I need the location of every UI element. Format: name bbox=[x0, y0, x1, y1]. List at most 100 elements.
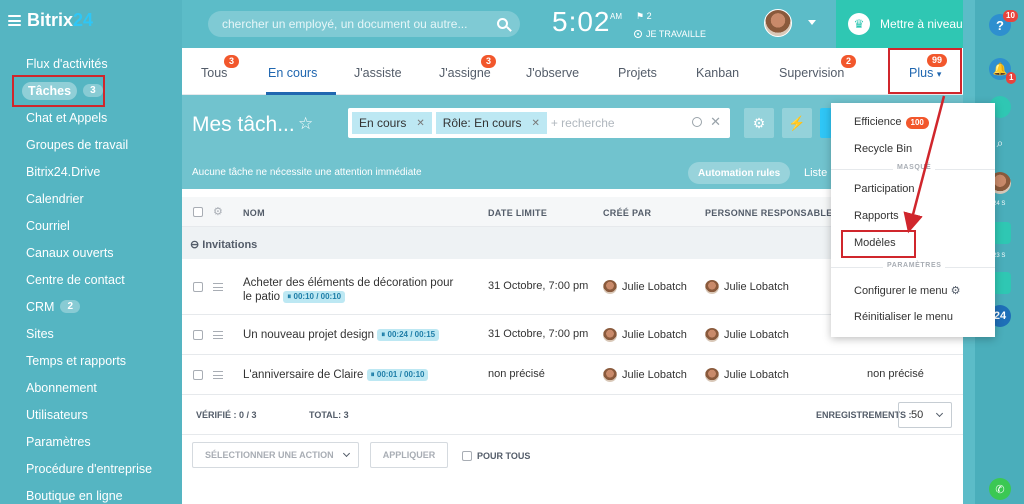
chevron-down-icon bbox=[936, 409, 944, 418]
tab-tous[interactable]: Tous bbox=[201, 66, 227, 80]
sidebar-item-crm[interactable]: CRM 2 bbox=[0, 293, 182, 320]
sidebar-item-temps[interactable]: Temps et rapports bbox=[0, 347, 182, 374]
settings-gear-button[interactable]: ⚙ bbox=[744, 108, 774, 138]
task-title[interactable]: Acheter des éléments de décoration pour … bbox=[243, 276, 463, 304]
filter-chip-en-cours[interactable]: En cours ✕ bbox=[352, 112, 432, 134]
col-header-responsible[interactable]: PERSONNE RESPONSABLE bbox=[705, 208, 833, 218]
task-timer[interactable]: ⏸ 00:24 / 00:15 bbox=[377, 328, 440, 341]
row-checkbox[interactable] bbox=[193, 330, 203, 340]
flag-counter[interactable]: ⚑ 2 bbox=[636, 11, 652, 22]
action-select[interactable]: SÉLECTIONNER UNE ACTION bbox=[192, 442, 359, 468]
row-menu-icon[interactable] bbox=[213, 283, 223, 291]
sidebar-item-abonnement[interactable]: Abonnement bbox=[0, 374, 182, 401]
attention-text: Aucune tâche ne nécessite une attention … bbox=[192, 167, 422, 178]
tab-assiste[interactable]: J'assiste bbox=[354, 66, 402, 80]
filter-clear-icon[interactable]: ✕ bbox=[710, 114, 721, 130]
responsible-avatar bbox=[705, 280, 719, 294]
for-all-option[interactable]: POUR TOUS bbox=[462, 451, 530, 461]
sidebar-item-boutique[interactable]: Boutique en ligne bbox=[0, 482, 182, 504]
task-creator[interactable]: Julie Lobatch bbox=[603, 280, 687, 294]
brand[interactable]: Bitrix24 bbox=[8, 10, 93, 31]
crm-count-badge: 2 bbox=[60, 300, 81, 313]
task-timer[interactable]: ⏸ 00:10 / 00:10 bbox=[283, 290, 346, 303]
tab-assigne[interactable]: J'assigne bbox=[439, 66, 491, 80]
brand-logo[interactable]: Bitrix24 bbox=[27, 10, 93, 31]
gear-icon: ⚙ bbox=[950, 285, 961, 297]
highlight-plus-box bbox=[888, 48, 962, 94]
menu-item-reports[interactable]: Rapports bbox=[854, 210, 899, 222]
global-search-input[interactable] bbox=[222, 17, 492, 31]
records-per-page-select[interactable]: 50 bbox=[898, 402, 952, 428]
row-menu-icon[interactable] bbox=[213, 371, 223, 379]
menu-item-reset[interactable]: Réinitialiser le menu bbox=[854, 311, 953, 323]
task-deadline[interactable]: 31 Octobre, 7:00 pm bbox=[488, 328, 588, 340]
sidebar-item-contact[interactable]: Centre de contact bbox=[0, 266, 182, 293]
sidebar-item-parametres[interactable]: Paramètres bbox=[0, 428, 182, 455]
sidebar-item-groupes[interactable]: Groupes de travail bbox=[0, 131, 182, 158]
task-creator[interactable]: Julie Lobatch bbox=[603, 328, 687, 342]
filter-search-input[interactable] bbox=[550, 116, 691, 130]
row-checkbox[interactable] bbox=[193, 282, 203, 292]
task-timer[interactable]: ⏸ 00:01 / 00:10 bbox=[366, 368, 429, 381]
task-title[interactable]: Un nouveau projet design ⏸ 00:24 / 00:15 bbox=[243, 328, 483, 342]
col-header-created-by[interactable]: CRÉÉ PAR bbox=[603, 208, 651, 218]
user-avatar[interactable] bbox=[764, 9, 792, 37]
sidebar-item-utilisateurs[interactable]: Utilisateurs bbox=[0, 401, 182, 428]
highlight-templates-box bbox=[841, 230, 916, 258]
task-deadline[interactable]: non précisé bbox=[488, 368, 545, 380]
work-status[interactable]: JE TRAVAILLE bbox=[634, 29, 706, 39]
task-responsible[interactable]: Julie Lobatch bbox=[705, 280, 789, 294]
sidebar-item-courriel[interactable]: Courriel bbox=[0, 212, 182, 239]
task-creator[interactable]: Julie Lobatch bbox=[603, 368, 687, 382]
col-header-name[interactable]: NOM bbox=[243, 208, 265, 218]
sidebar-item-sites[interactable]: Sites bbox=[0, 320, 182, 347]
columns-gear-icon[interactable]: ⚙ bbox=[213, 205, 223, 218]
automation-rules-button[interactable]: Automation rules bbox=[688, 162, 791, 184]
select-all-checkbox[interactable] bbox=[193, 207, 203, 217]
for-all-checkbox[interactable] bbox=[462, 451, 472, 461]
view-liste-tab[interactable]: Liste bbox=[804, 167, 827, 179]
user-menu-chevron-icon[interactable] bbox=[808, 20, 816, 25]
search-icon[interactable] bbox=[497, 18, 508, 29]
clock-time: 5:02 bbox=[552, 6, 611, 37]
sidebar-item-calendrier[interactable]: Calendrier bbox=[0, 185, 182, 212]
task-deadline[interactable]: 31 Octobre, 7:00 pm bbox=[488, 280, 588, 292]
filter-bar[interactable]: En cours✕ Rôle: En cours✕ ✕ bbox=[348, 108, 730, 138]
sidebar-item-canaux[interactable]: Canaux ouverts bbox=[0, 239, 182, 266]
menu-item-configure[interactable]: Configurer le menu ⚙ bbox=[854, 284, 961, 297]
tab-projets[interactable]: Projets bbox=[618, 66, 657, 80]
chip-close-icon[interactable]: ✕ bbox=[416, 118, 424, 129]
upgrade-button[interactable]: ♛ Mettre à niveau bbox=[836, 0, 963, 48]
row-menu-icon[interactable] bbox=[213, 331, 223, 339]
filter-search-icon[interactable] bbox=[692, 117, 702, 127]
responsible-avatar bbox=[705, 368, 719, 382]
creator-avatar bbox=[603, 328, 617, 342]
tab-observe[interactable]: J'observe bbox=[526, 66, 579, 80]
tab-en-cours[interactable]: En cours bbox=[268, 66, 317, 80]
robot-lightning-button[interactable]: ⚡ bbox=[782, 108, 812, 138]
row-checkbox[interactable] bbox=[193, 370, 203, 380]
menu-item-recycle-bin[interactable]: Recycle Bin bbox=[854, 143, 912, 155]
star-icon[interactable]: ☆ bbox=[298, 114, 313, 134]
sidebar-item-flux[interactable]: Flux d'activités bbox=[0, 50, 182, 77]
tab-supervision[interactable]: Supervision bbox=[779, 66, 844, 80]
filter-chip-role[interactable]: Rôle: En cours ✕ bbox=[435, 112, 547, 134]
task-responsible[interactable]: Julie Lobatch bbox=[705, 328, 789, 342]
task-title[interactable]: L'anniversaire de Claire ⏸ 00:01 / 00:10 bbox=[243, 368, 483, 382]
sidebar-item-procedure[interactable]: Procédure d'entreprise bbox=[0, 455, 182, 482]
task-responsible[interactable]: Julie Lobatch bbox=[705, 368, 789, 382]
menu-hamburger-icon[interactable] bbox=[8, 15, 21, 26]
apply-button[interactable]: APPLIQUER bbox=[370, 442, 448, 468]
sidebar-item-chat[interactable]: Chat et Appels bbox=[0, 104, 182, 131]
table-row[interactable]: L'anniversaire de Claire ⏸ 00:01 / 00:10… bbox=[182, 355, 963, 395]
menu-item-participation[interactable]: Participation bbox=[854, 183, 915, 195]
menu-item-efficiency[interactable]: Efficience 100 bbox=[854, 116, 929, 129]
sidebar-menu: Flux d'activités Tâches 3 Chat et Appels … bbox=[0, 50, 182, 504]
phone-icon[interactable]: ✆ bbox=[989, 478, 1011, 500]
global-search[interactable] bbox=[208, 11, 520, 37]
sidebar-item-drive[interactable]: Bitrix24.Drive bbox=[0, 158, 182, 185]
tab-kanban[interactable]: Kanban bbox=[696, 66, 739, 80]
col-header-deadline[interactable]: DATE LIMITE bbox=[488, 208, 547, 218]
help-badge: 10 bbox=[1003, 10, 1018, 22]
chip-close-icon[interactable]: ✕ bbox=[531, 118, 539, 129]
